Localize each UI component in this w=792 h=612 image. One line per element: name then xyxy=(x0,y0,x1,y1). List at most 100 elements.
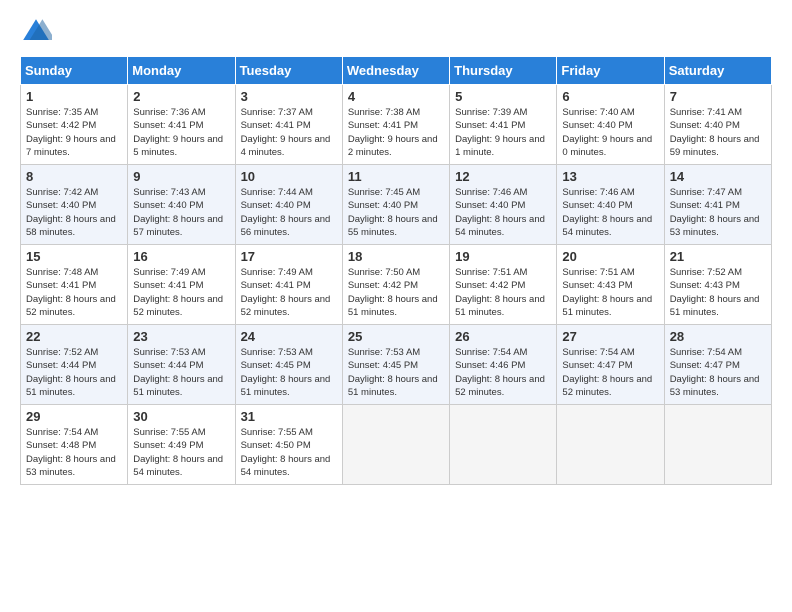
logo xyxy=(20,16,56,48)
calendar-cell: 20 Sunrise: 7:51 AMSunset: 4:43 PMDaylig… xyxy=(557,245,664,325)
day-detail: Sunrise: 7:54 AMSunset: 4:47 PMDaylight:… xyxy=(562,347,652,398)
day-number: 18 xyxy=(348,249,444,264)
day-number: 22 xyxy=(26,329,122,344)
day-detail: Sunrise: 7:44 AMSunset: 4:40 PMDaylight:… xyxy=(241,187,331,238)
calendar-cell: 14 Sunrise: 7:47 AMSunset: 4:41 PMDaylig… xyxy=(664,165,771,245)
day-number: 15 xyxy=(26,249,122,264)
day-number: 27 xyxy=(562,329,658,344)
calendar-cell: 23 Sunrise: 7:53 AMSunset: 4:44 PMDaylig… xyxy=(128,325,235,405)
day-detail: Sunrise: 7:53 AMSunset: 4:44 PMDaylight:… xyxy=(133,347,223,398)
day-number: 14 xyxy=(670,169,766,184)
day-number: 17 xyxy=(241,249,337,264)
day-number: 20 xyxy=(562,249,658,264)
calendar-cell: 7 Sunrise: 7:41 AMSunset: 4:40 PMDayligh… xyxy=(664,85,771,165)
day-number: 23 xyxy=(133,329,229,344)
day-detail: Sunrise: 7:45 AMSunset: 4:40 PMDaylight:… xyxy=(348,187,438,238)
day-detail: Sunrise: 7:42 AMSunset: 4:40 PMDaylight:… xyxy=(26,187,116,238)
calendar-cell: 24 Sunrise: 7:53 AMSunset: 4:45 PMDaylig… xyxy=(235,325,342,405)
day-detail: Sunrise: 7:35 AMSunset: 4:42 PMDaylight:… xyxy=(26,107,116,158)
calendar-cell: 5 Sunrise: 7:39 AMSunset: 4:41 PMDayligh… xyxy=(450,85,557,165)
day-detail: Sunrise: 7:53 AMSunset: 4:45 PMDaylight:… xyxy=(241,347,331,398)
header-monday: Monday xyxy=(128,57,235,85)
day-number: 25 xyxy=(348,329,444,344)
day-number: 16 xyxy=(133,249,229,264)
week-row-3: 15 Sunrise: 7:48 AMSunset: 4:41 PMDaylig… xyxy=(21,245,772,325)
week-row-4: 22 Sunrise: 7:52 AMSunset: 4:44 PMDaylig… xyxy=(21,325,772,405)
calendar-cell: 19 Sunrise: 7:51 AMSunset: 4:42 PMDaylig… xyxy=(450,245,557,325)
calendar-cell: 18 Sunrise: 7:50 AMSunset: 4:42 PMDaylig… xyxy=(342,245,449,325)
week-row-2: 8 Sunrise: 7:42 AMSunset: 4:40 PMDayligh… xyxy=(21,165,772,245)
day-detail: Sunrise: 7:52 AMSunset: 4:44 PMDaylight:… xyxy=(26,347,116,398)
day-number: 2 xyxy=(133,89,229,104)
day-detail: Sunrise: 7:55 AMSunset: 4:50 PMDaylight:… xyxy=(241,427,331,478)
day-number: 3 xyxy=(241,89,337,104)
day-number: 26 xyxy=(455,329,551,344)
day-detail: Sunrise: 7:37 AMSunset: 4:41 PMDaylight:… xyxy=(241,107,331,158)
day-number: 31 xyxy=(241,409,337,424)
day-detail: Sunrise: 7:36 AMSunset: 4:41 PMDaylight:… xyxy=(133,107,223,158)
day-detail: Sunrise: 7:46 AMSunset: 4:40 PMDaylight:… xyxy=(455,187,545,238)
day-detail: Sunrise: 7:54 AMSunset: 4:46 PMDaylight:… xyxy=(455,347,545,398)
calendar-cell: 27 Sunrise: 7:54 AMSunset: 4:47 PMDaylig… xyxy=(557,325,664,405)
day-number: 11 xyxy=(348,169,444,184)
day-number: 24 xyxy=(241,329,337,344)
calendar-table: SundayMondayTuesdayWednesdayThursdayFrid… xyxy=(20,56,772,485)
calendar-cell: 25 Sunrise: 7:53 AMSunset: 4:45 PMDaylig… xyxy=(342,325,449,405)
week-row-5: 29 Sunrise: 7:54 AMSunset: 4:48 PMDaylig… xyxy=(21,405,772,485)
calendar-cell: 9 Sunrise: 7:43 AMSunset: 4:40 PMDayligh… xyxy=(128,165,235,245)
day-detail: Sunrise: 7:53 AMSunset: 4:45 PMDaylight:… xyxy=(348,347,438,398)
day-number: 4 xyxy=(348,89,444,104)
calendar-cell: 28 Sunrise: 7:54 AMSunset: 4:47 PMDaylig… xyxy=(664,325,771,405)
calendar-cell xyxy=(557,405,664,485)
day-detail: Sunrise: 7:50 AMSunset: 4:42 PMDaylight:… xyxy=(348,267,438,318)
day-detail: Sunrise: 7:47 AMSunset: 4:41 PMDaylight:… xyxy=(670,187,760,238)
day-detail: Sunrise: 7:54 AMSunset: 4:47 PMDaylight:… xyxy=(670,347,760,398)
calendar-cell xyxy=(664,405,771,485)
calendar-cell: 15 Sunrise: 7:48 AMSunset: 4:41 PMDaylig… xyxy=(21,245,128,325)
day-detail: Sunrise: 7:52 AMSunset: 4:43 PMDaylight:… xyxy=(670,267,760,318)
calendar-cell: 6 Sunrise: 7:40 AMSunset: 4:40 PMDayligh… xyxy=(557,85,664,165)
day-detail: Sunrise: 7:41 AMSunset: 4:40 PMDaylight:… xyxy=(670,107,760,158)
day-number: 13 xyxy=(562,169,658,184)
day-detail: Sunrise: 7:40 AMSunset: 4:40 PMDaylight:… xyxy=(562,107,652,158)
day-detail: Sunrise: 7:48 AMSunset: 4:41 PMDaylight:… xyxy=(26,267,116,318)
day-detail: Sunrise: 7:43 AMSunset: 4:40 PMDaylight:… xyxy=(133,187,223,238)
calendar-cell: 13 Sunrise: 7:46 AMSunset: 4:40 PMDaylig… xyxy=(557,165,664,245)
calendar-cell: 8 Sunrise: 7:42 AMSunset: 4:40 PMDayligh… xyxy=(21,165,128,245)
week-row-1: 1 Sunrise: 7:35 AMSunset: 4:42 PMDayligh… xyxy=(21,85,772,165)
calendar-cell: 26 Sunrise: 7:54 AMSunset: 4:46 PMDaylig… xyxy=(450,325,557,405)
day-number: 6 xyxy=(562,89,658,104)
calendar-header-row: SundayMondayTuesdayWednesdayThursdayFrid… xyxy=(21,57,772,85)
day-detail: Sunrise: 7:46 AMSunset: 4:40 PMDaylight:… xyxy=(562,187,652,238)
day-detail: Sunrise: 7:49 AMSunset: 4:41 PMDaylight:… xyxy=(241,267,331,318)
day-detail: Sunrise: 7:49 AMSunset: 4:41 PMDaylight:… xyxy=(133,267,223,318)
day-detail: Sunrise: 7:51 AMSunset: 4:43 PMDaylight:… xyxy=(562,267,652,318)
calendar-cell xyxy=(342,405,449,485)
calendar-cell: 21 Sunrise: 7:52 AMSunset: 4:43 PMDaylig… xyxy=(664,245,771,325)
calendar-cell: 2 Sunrise: 7:36 AMSunset: 4:41 PMDayligh… xyxy=(128,85,235,165)
calendar-cell xyxy=(450,405,557,485)
calendar-cell: 16 Sunrise: 7:49 AMSunset: 4:41 PMDaylig… xyxy=(128,245,235,325)
page-header xyxy=(20,16,772,48)
header-wednesday: Wednesday xyxy=(342,57,449,85)
calendar-cell: 3 Sunrise: 7:37 AMSunset: 4:41 PMDayligh… xyxy=(235,85,342,165)
day-number: 21 xyxy=(670,249,766,264)
header-thursday: Thursday xyxy=(450,57,557,85)
day-detail: Sunrise: 7:38 AMSunset: 4:41 PMDaylight:… xyxy=(348,107,438,158)
day-number: 10 xyxy=(241,169,337,184)
calendar-cell: 17 Sunrise: 7:49 AMSunset: 4:41 PMDaylig… xyxy=(235,245,342,325)
day-detail: Sunrise: 7:54 AMSunset: 4:48 PMDaylight:… xyxy=(26,427,116,478)
day-number: 7 xyxy=(670,89,766,104)
day-detail: Sunrise: 7:39 AMSunset: 4:41 PMDaylight:… xyxy=(455,107,545,158)
day-number: 12 xyxy=(455,169,551,184)
calendar-cell: 31 Sunrise: 7:55 AMSunset: 4:50 PMDaylig… xyxy=(235,405,342,485)
day-number: 29 xyxy=(26,409,122,424)
calendar-cell: 11 Sunrise: 7:45 AMSunset: 4:40 PMDaylig… xyxy=(342,165,449,245)
day-number: 1 xyxy=(26,89,122,104)
day-detail: Sunrise: 7:55 AMSunset: 4:49 PMDaylight:… xyxy=(133,427,223,478)
calendar-cell: 30 Sunrise: 7:55 AMSunset: 4:49 PMDaylig… xyxy=(128,405,235,485)
calendar-cell: 4 Sunrise: 7:38 AMSunset: 4:41 PMDayligh… xyxy=(342,85,449,165)
day-number: 28 xyxy=(670,329,766,344)
day-number: 9 xyxy=(133,169,229,184)
calendar-cell: 12 Sunrise: 7:46 AMSunset: 4:40 PMDaylig… xyxy=(450,165,557,245)
